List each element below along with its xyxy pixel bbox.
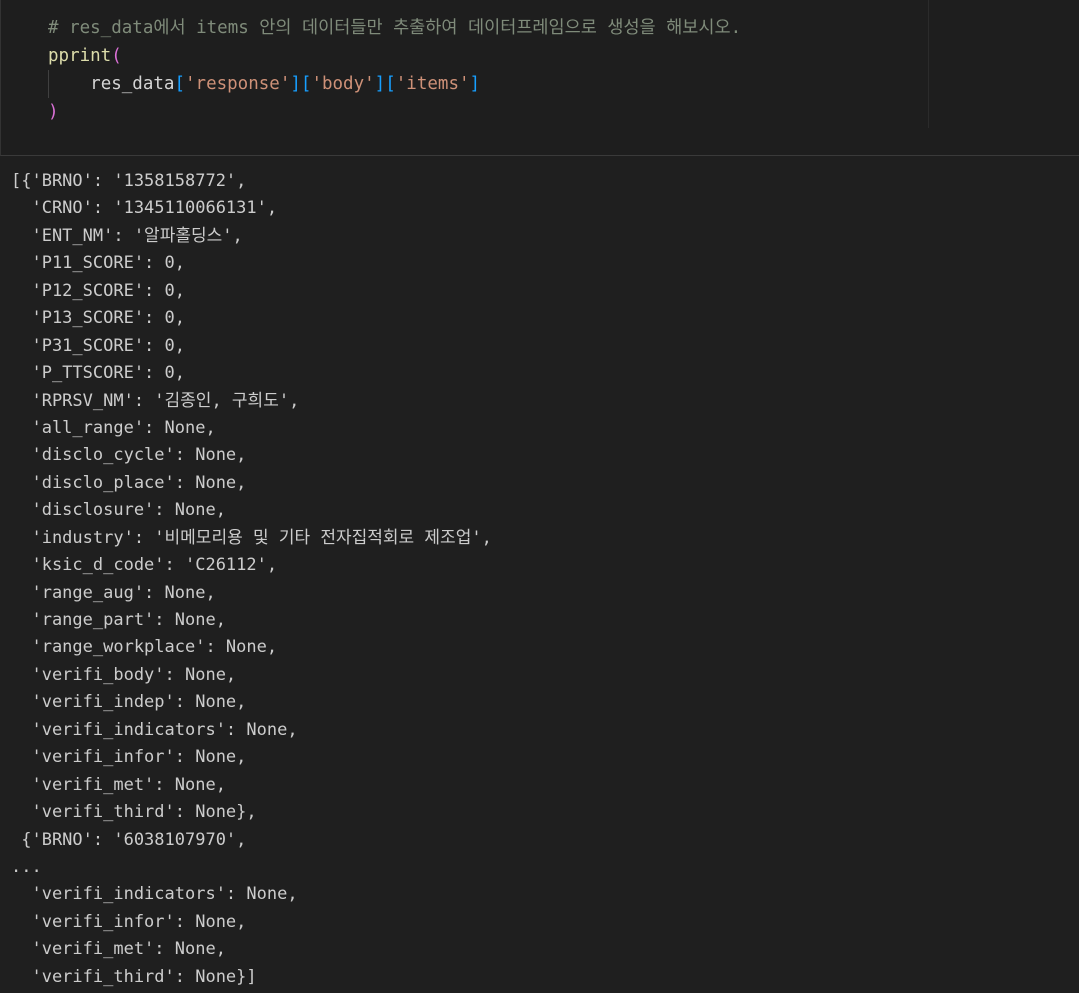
code-bracket: ] — [374, 74, 386, 94]
code-line-comment: # res_data에서 items 안의 데이터들만 추출하여 데이터프레임으… — [48, 14, 741, 42]
output-ellipsis: ... — [11, 856, 42, 877]
output-line: 'verifi_infor': None, — [11, 911, 247, 932]
output-line: 'disclo_cycle': None, — [11, 445, 247, 466]
code-function-name: pprint — [48, 46, 112, 66]
output-line: 'disclosure': None, — [11, 500, 226, 521]
output-line: [{'BRNO': '1358158772', — [11, 171, 247, 191]
output-line: 'verifi_infor': None, — [11, 747, 247, 768]
output-line: 'ENT_NM': '알파홀딩스', — [11, 225, 243, 246]
cell-output[interactable]: [{'BRNO': '1358158772', 'CRNO': '1345110… — [11, 168, 1071, 991]
code-bracket: [ — [300, 74, 312, 94]
output-line: 'verifi_met': None, — [11, 774, 226, 795]
code-editor[interactable]: # res_data에서 items 안의 데이터들만 추출하여 데이터프레임으… — [48, 14, 741, 126]
output-line: 'verifi_third': None}, — [11, 802, 257, 823]
output-line: 'verifi_body': None, — [11, 664, 237, 685]
output-line: 'P31_SCORE': 0, — [11, 335, 185, 356]
code-bracket: [ — [174, 74, 185, 94]
output-line: 'all_range': None, — [11, 417, 216, 438]
code-key-items: 'items' — [395, 74, 470, 94]
output-line: 'P_TTSCORE': 0, — [11, 363, 185, 384]
output-line: 'P12_SCORE': 0, — [11, 280, 185, 301]
code-line-call: pprint( — [48, 42, 741, 70]
cell-divider — [928, 0, 929, 128]
code-open-paren: ( — [111, 46, 122, 66]
output-line: 'range_workplace': None, — [11, 637, 278, 658]
output-line: 'industry': '비메모리용 및 기타 전자집적회로 제조업', — [11, 527, 492, 548]
code-bracket: ] — [469, 74, 481, 94]
output-line: 'RPRSV_NM': '김종인, 구희도', — [11, 390, 300, 411]
code-line-argument: res_data['response']['body']['items'] — [48, 70, 741, 98]
code-bracket: [ — [385, 74, 396, 94]
output-line: 'range_aug': None, — [11, 582, 216, 603]
output-line: {'BRNO': '6038107970', — [11, 829, 247, 850]
code-key-response: 'response' — [185, 74, 291, 94]
output-line: 'CRNO': '1345110066131', — [11, 198, 278, 219]
output-line: 'verifi_indep': None, — [11, 692, 247, 713]
output-line: 'disclo_place': None, — [11, 472, 247, 493]
output-line: 'ksic_d_code': 'C26112', — [11, 555, 278, 576]
output-line: 'range_part': None, — [11, 610, 226, 630]
notebook-view: # res_data에서 items 안의 데이터들만 추출하여 데이터프레임으… — [0, 0, 1079, 993]
code-key-body: 'body' — [311, 74, 375, 94]
code-bracket: ] — [290, 74, 301, 94]
output-line: 'verifi_met': None, — [11, 939, 226, 960]
output-line: 'verifi_indicators': None, — [11, 719, 298, 740]
output-line: 'verifi_indicators': None, — [11, 884, 298, 905]
code-close-paren: ) — [48, 102, 59, 122]
output-line: 'verifi_third': None}] — [11, 966, 257, 987]
code-line-close: ) — [48, 98, 741, 126]
output-line: 'P13_SCORE': 0, — [11, 308, 185, 329]
code-cell[interactable]: # res_data에서 items 안의 데이터들만 추출하여 데이터프레임으… — [0, 0, 1079, 156]
code-variable: res_data — [90, 74, 175, 94]
output-line: 'P11_SCORE': 0, — [11, 253, 185, 274]
code-comment: # res_data에서 items 안의 데이터들만 추출하여 데이터프레임으… — [48, 18, 742, 38]
